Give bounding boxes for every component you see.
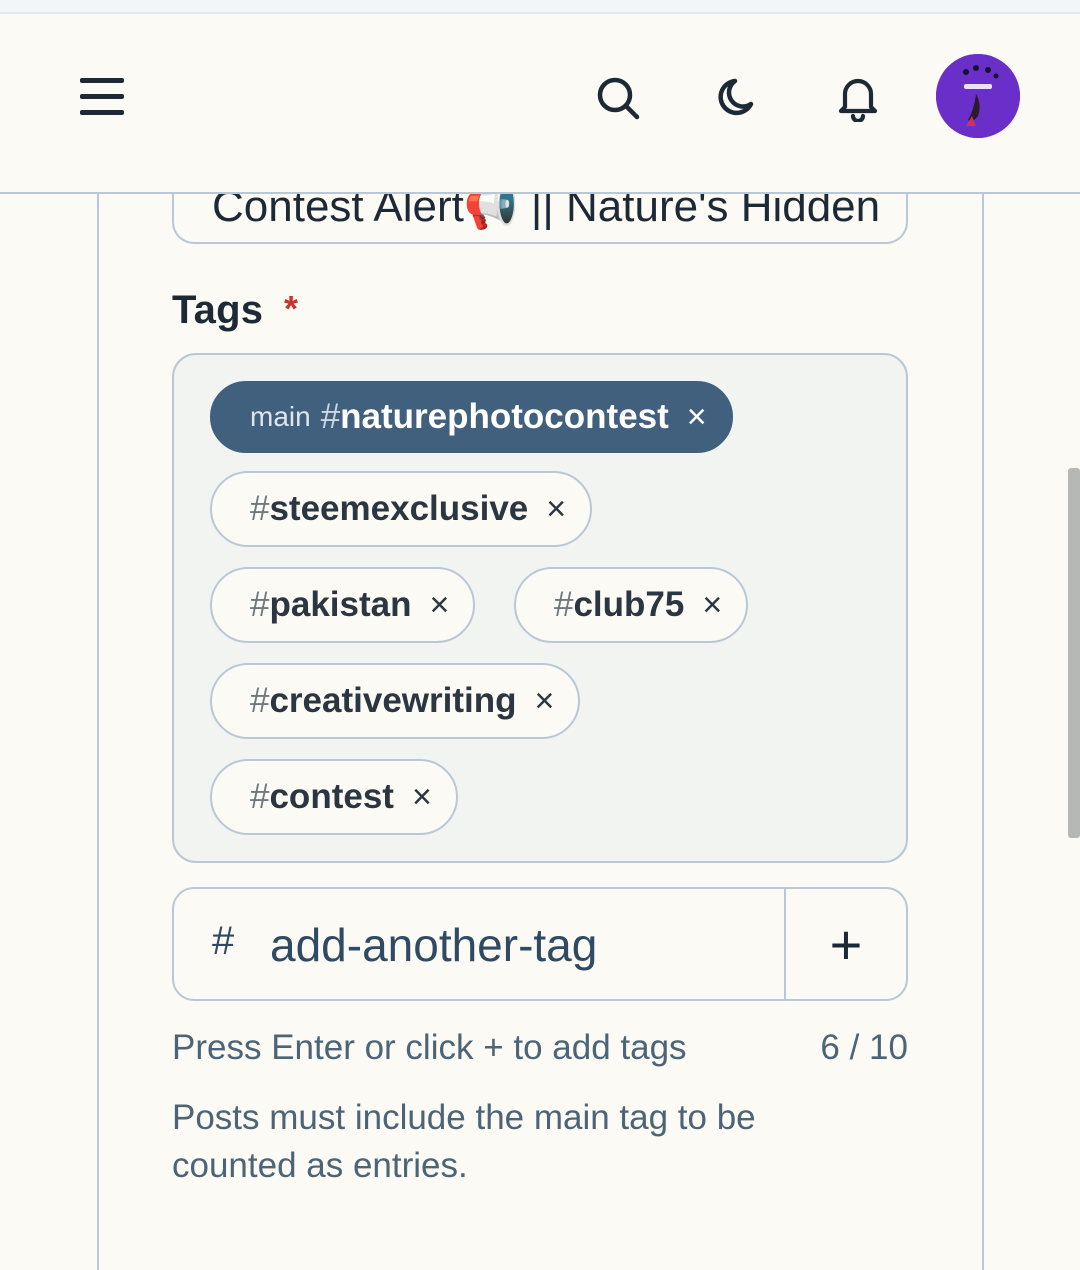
remove-tag-icon[interactable]: × — [546, 492, 566, 526]
tag-chip: # club75 × — [514, 567, 749, 643]
tags-container: main # naturephotocontest × # steemexclu… — [172, 353, 908, 863]
moon-icon[interactable] — [708, 68, 768, 128]
page-scrollbar[interactable] — [1068, 468, 1080, 838]
tag-hash: # — [250, 489, 270, 528]
remove-tag-icon[interactable]: × — [535, 684, 555, 718]
hamburger-menu-icon[interactable] — [70, 68, 134, 126]
tag-name: steemexclusive — [269, 489, 529, 528]
tag-name: contest — [269, 777, 394, 816]
tag-name: naturephotocontest — [340, 397, 669, 436]
main-tag-note: Posts must include the main tag to be co… — [172, 1098, 756, 1185]
search-icon[interactable] — [588, 68, 648, 128]
add-tag-button[interactable]: + — [784, 889, 906, 999]
tag-hash: # — [554, 585, 574, 624]
user-avatar[interactable] — [936, 54, 1020, 138]
tag-chip: # contest × — [210, 759, 458, 835]
remove-tag-icon[interactable]: × — [429, 588, 449, 622]
tag-chip: # creativewriting × — [210, 663, 581, 739]
tag-chip: # pakistan × — [210, 567, 476, 643]
tag-hash: # — [320, 397, 341, 436]
tag-hash: # — [250, 585, 270, 624]
add-tag-hash: # — [212, 919, 235, 963]
tag-hash: # — [250, 777, 270, 816]
main-tag-prefix: main — [250, 401, 311, 432]
remove-tag-icon[interactable]: × — [702, 588, 722, 622]
add-tag-input[interactable] — [270, 911, 770, 979]
remove-tag-icon[interactable]: × — [687, 400, 707, 434]
main-tag-chip: main # naturephotocontest × — [210, 381, 733, 453]
tag-name: club75 — [573, 585, 685, 624]
browser-top-strip — [0, 0, 1080, 14]
tag-name: pakistan — [269, 585, 412, 624]
bell-icon[interactable] — [828, 68, 888, 128]
top-navigation-bar — [0, 16, 1080, 194]
required-indicator: * — [284, 288, 299, 329]
tags-label: Tags — [172, 288, 264, 332]
tag-hash: # — [250, 681, 270, 720]
tag-chip: # steemexclusive × — [210, 471, 593, 547]
remove-tag-icon[interactable]: × — [412, 780, 432, 814]
add-tag-hint: Press Enter or click + to add tags — [172, 1028, 687, 1067]
add-tag-row: # + — [172, 887, 908, 1001]
tag-counter: 6 / 10 — [820, 1028, 908, 1067]
tag-name: creativewriting — [269, 681, 517, 720]
